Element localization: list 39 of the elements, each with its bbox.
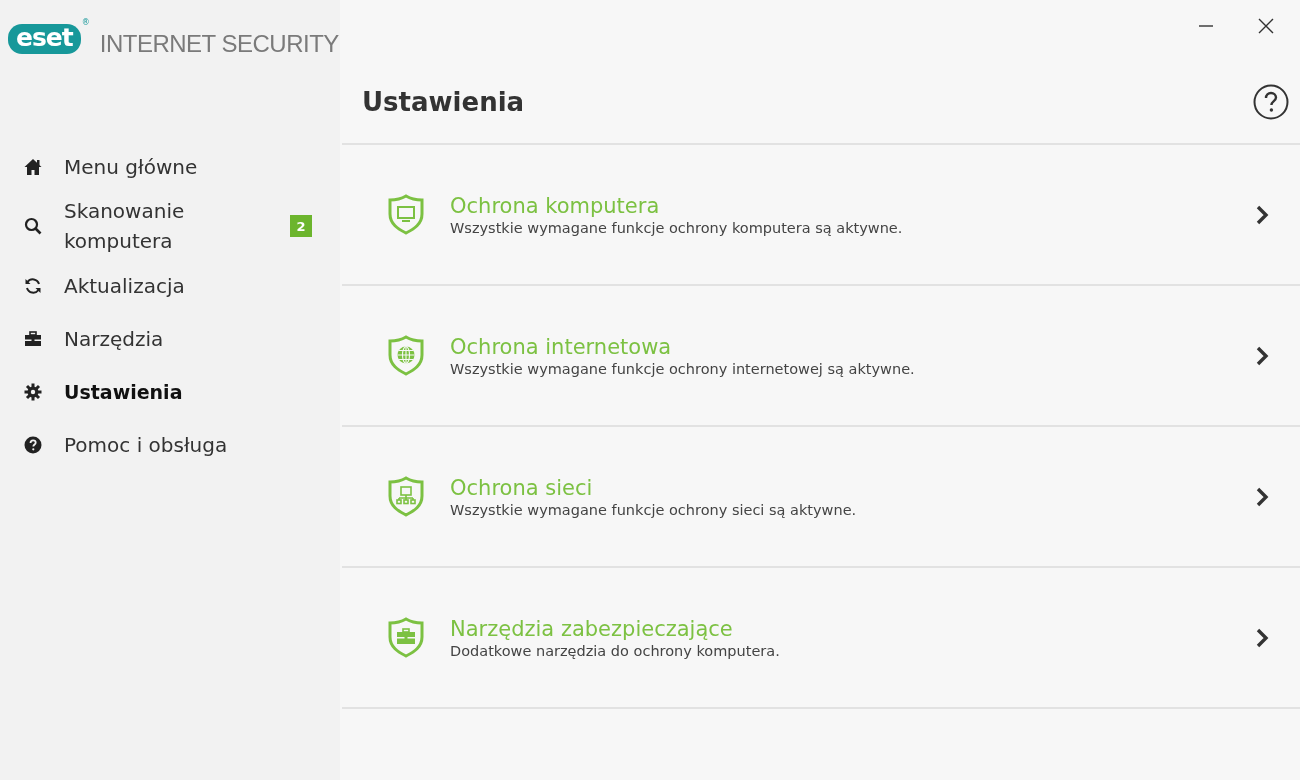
chevron-icon (1254, 204, 1270, 225)
chevron-icon (1254, 345, 1270, 366)
product-name: INTERNET SECURITY (99, 30, 339, 58)
registered-mark: ® (81, 18, 90, 27)
help-icon[interactable] (1253, 83, 1289, 120)
sidebar-item[interactable]: Narzędzia (0, 312, 340, 365)
toolbox-icon (24, 329, 42, 348)
settings-section[interactable]: Ochrona sieci Wszystkie wymagane funkcje ochrony sieci są aktywne. (342, 427, 1300, 568)
close-icon[interactable] (1258, 18, 1274, 34)
gear-icon (24, 382, 42, 401)
section-description: Dodatkowe narzędzia do ochrony komputera. (450, 641, 781, 660)
page-title: Ustawienia (362, 86, 525, 117)
section-description: Wszystkie wymagane funkcje ochrony sieci są aktywne. (450, 500, 858, 519)
shield-network-icon (386, 475, 426, 518)
search-icon (24, 217, 42, 235)
shield-monitor-icon (386, 193, 426, 236)
help-icon (24, 435, 42, 454)
shield-globe-icon (386, 334, 426, 377)
sidebar-item[interactable]: Ustawienia (0, 365, 340, 418)
settings-section[interactable]: Ochrona komputera Wszystkie wymagane funkcje ochrony komputera są aktywne. (342, 145, 1300, 286)
refresh-icon (24, 276, 42, 295)
shield-toolbox-icon (386, 616, 426, 659)
eset-logo: eset (8, 24, 81, 54)
settings-section[interactable]: Ochrona internetowa Wszystkie wymagane funkcje ochrony internetowej są aktywne. (342, 286, 1300, 427)
settings-section[interactable]: Narzędzia zabezpieczające Dodatkowe narzędzia do ochrony komputera. (342, 568, 1300, 709)
sidebar-item[interactable]: Aktualizacja (0, 259, 340, 312)
sidebar-item[interactable]: Menu główne (0, 140, 340, 193)
sidebar-item[interactable]: Skanowanie komputera 2 (0, 193, 340, 259)
home-icon (24, 157, 42, 176)
section-title: Ochrona sieci (450, 474, 594, 501)
chevron-icon (1254, 486, 1270, 507)
section-title: Ochrona komputera (450, 192, 661, 219)
section-title: Narzędzia zabezpieczające (450, 615, 734, 642)
section-description: Wszystkie wymagane funkcje ochrony internetowej są aktywne. (450, 359, 916, 378)
sidebar-item[interactable]: Pomoc i obsługa (0, 418, 340, 471)
count-badge: 2 (290, 215, 312, 237)
chevron-icon (1254, 627, 1270, 648)
section-description: Wszystkie wymagane funkcje ochrony komputera są aktywne. (450, 218, 904, 237)
section-title: Ochrona internetowa (450, 333, 673, 360)
